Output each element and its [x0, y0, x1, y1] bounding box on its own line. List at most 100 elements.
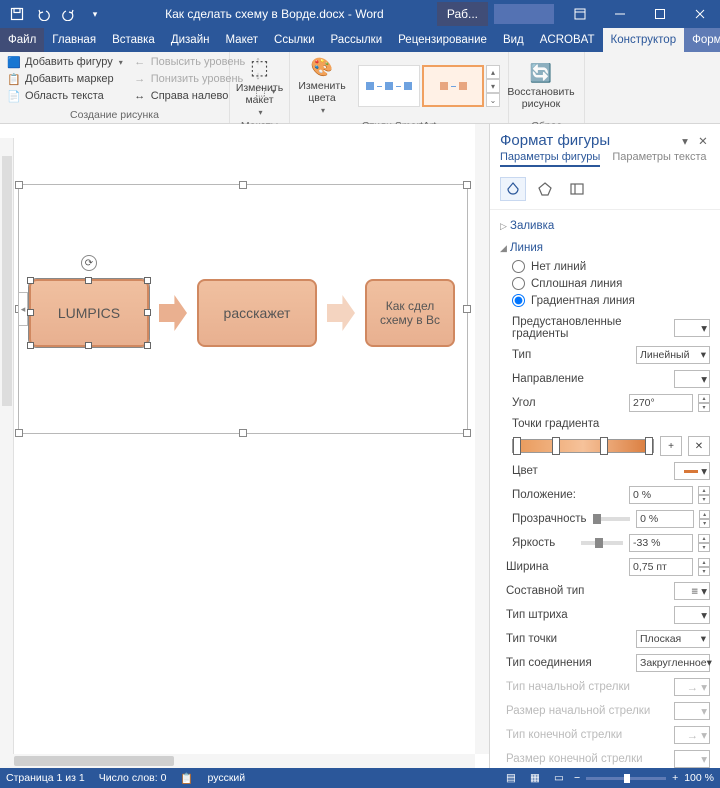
- tab-home[interactable]: Главная: [44, 28, 104, 52]
- zoom-level[interactable]: 100 %: [684, 772, 714, 784]
- change-layout-button[interactable]: ⬚Изменить макет: [234, 54, 285, 118]
- minimize-button[interactable]: [600, 0, 640, 28]
- resize-handle[interactable]: [463, 305, 471, 313]
- resize-handle[interactable]: [15, 429, 23, 437]
- pane-options-button[interactable]: ▾: [676, 134, 694, 148]
- document-canvas[interactable]: ◂ ⟳ LUMPICS расскажет Как сдел схему в В…: [0, 124, 490, 768]
- tab-acrobat[interactable]: ACROBAT: [532, 28, 603, 52]
- smartart-arrow-1[interactable]: [159, 295, 187, 331]
- line-section-header[interactable]: ◢Линия: [500, 236, 710, 258]
- save-button[interactable]: [6, 3, 28, 25]
- transparency-input[interactable]: 0 %: [636, 510, 694, 528]
- subtab-shape-options[interactable]: Параметры фигуры: [500, 151, 600, 167]
- horizontal-scrollbar[interactable]: [0, 754, 475, 768]
- zoom-out-button[interactable]: −: [574, 772, 580, 784]
- tab-review[interactable]: Рецензирование: [390, 28, 495, 52]
- resize-handle[interactable]: [239, 429, 247, 437]
- add-bullet-button[interactable]: 📋Добавить маркер: [4, 71, 126, 87]
- vertical-scrollbar[interactable]: [475, 124, 489, 754]
- context-tools-tab[interactable]: Раб...: [437, 2, 488, 26]
- smartart-shape-2[interactable]: расскажет: [197, 279, 317, 347]
- zoom-in-button[interactable]: +: [672, 772, 678, 784]
- radio-no-line[interactable]: ННет линийет линий: [512, 260, 710, 273]
- qat-customize[interactable]: ▾: [84, 3, 106, 25]
- tab-file[interactable]: Файл: [0, 28, 44, 52]
- transparency-slider[interactable]: [593, 517, 631, 521]
- remove-stop-button[interactable]: ✕: [688, 436, 710, 456]
- style-option-2[interactable]: [422, 65, 484, 107]
- join-label: Тип соединения: [506, 657, 630, 669]
- redo-button[interactable]: [58, 3, 80, 25]
- resize-handle[interactable]: [239, 181, 247, 189]
- compound-picker[interactable]: ≡ ▾: [674, 582, 710, 600]
- reset-graphic-button[interactable]: 🔄Восстановить рисунок: [513, 54, 569, 118]
- resize-handle[interactable]: [463, 429, 471, 437]
- pane-close-button[interactable]: ✕: [694, 134, 712, 148]
- preset-gradients-picker[interactable]: ▾: [674, 319, 710, 337]
- brightness-slider[interactable]: [581, 541, 623, 545]
- add-stop-button[interactable]: +: [660, 436, 682, 456]
- add-shape-button[interactable]: 🟦Добавить фигуру: [4, 54, 126, 70]
- color-picker[interactable]: ▾: [674, 462, 710, 480]
- status-page[interactable]: Страница 1 из 1: [6, 772, 85, 784]
- width-label: Ширина: [506, 561, 623, 573]
- status-word-count[interactable]: Число слов: 0: [99, 772, 167, 784]
- maximize-button[interactable]: [640, 0, 680, 28]
- tab-references[interactable]: Ссылки: [266, 28, 323, 52]
- direction-picker[interactable]: ▾: [674, 370, 710, 388]
- smartart-arrow-2[interactable]: [327, 295, 355, 331]
- width-input[interactable]: 0,75 пт: [629, 558, 693, 576]
- tab-design[interactable]: Дизайн: [163, 28, 218, 52]
- undo-button[interactable]: [32, 3, 54, 25]
- window-title: Как сделать схему в Ворде.docx - Word: [112, 7, 437, 21]
- status-language[interactable]: русский: [207, 772, 245, 784]
- tab-layout[interactable]: Макет: [217, 28, 266, 52]
- tab-insert[interactable]: Вставка: [104, 28, 163, 52]
- dash-picker[interactable]: ▾: [674, 606, 710, 624]
- close-button[interactable]: [680, 0, 720, 28]
- ribbon-options-button[interactable]: [560, 0, 600, 28]
- view-read-icon[interactable]: ▤: [502, 770, 520, 786]
- fill-line-icon[interactable]: [500, 177, 526, 201]
- tab-mailings[interactable]: Рассылки: [323, 28, 391, 52]
- type-select[interactable]: Линейный▾: [636, 346, 710, 364]
- gallery-more[interactable]: ⌄: [486, 93, 500, 107]
- tab-view[interactable]: Вид: [495, 28, 532, 52]
- gradient-stops-label: Точки градиента: [512, 418, 710, 430]
- subtab-text-options[interactable]: Параметры текста: [612, 151, 706, 167]
- rotate-handle[interactable]: ⟳: [81, 255, 97, 271]
- gallery-down[interactable]: ▾: [486, 79, 500, 93]
- proofing-icon[interactable]: 📋: [180, 772, 193, 785]
- end-arrow-size-picker: ▾: [674, 750, 710, 768]
- gradient-stops-track[interactable]: [512, 439, 654, 453]
- brightness-input[interactable]: -33 %: [629, 534, 693, 552]
- text-pane-button[interactable]: 📄Область текста: [4, 88, 126, 104]
- style-option-1[interactable]: [358, 65, 420, 107]
- change-colors-button[interactable]: 🎨Изменить цвета: [294, 54, 350, 118]
- effects-icon[interactable]: [532, 177, 558, 201]
- radio-gradient-line[interactable]: Градиентная линия: [512, 294, 710, 307]
- tab-constructor[interactable]: Конструктор: [603, 28, 685, 52]
- angle-down[interactable]: ▾: [698, 403, 710, 412]
- resize-handle[interactable]: [463, 181, 471, 189]
- fill-section-header[interactable]: ▷Заливка: [500, 214, 710, 236]
- zoom-slider[interactable]: [586, 777, 666, 780]
- view-web-icon[interactable]: ▭: [550, 770, 568, 786]
- tab-format[interactable]: Формат: [684, 28, 720, 52]
- smartart-styles-gallery[interactable]: ▴ ▾ ⌄: [354, 61, 504, 111]
- view-print-icon[interactable]: ▦: [526, 770, 544, 786]
- angle-input[interactable]: 270°: [629, 394, 693, 412]
- resize-handle[interactable]: [15, 181, 23, 189]
- smartart-frame[interactable]: ◂ ⟳ LUMPICS расскажет Как сдел схему в В…: [18, 184, 468, 434]
- color-label: Цвет: [512, 465, 668, 477]
- size-props-icon[interactable]: [564, 177, 590, 201]
- radio-solid-line[interactable]: Сплошная линия: [512, 277, 710, 290]
- cap-select[interactable]: Плоская▾: [636, 630, 710, 648]
- smartart-shape-1[interactable]: ⟳ LUMPICS: [29, 279, 149, 347]
- user-account[interactable]: [494, 4, 554, 24]
- smartart-shape-3[interactable]: Как сдел схему в Вс: [365, 279, 455, 347]
- gallery-up[interactable]: ▴: [486, 65, 500, 79]
- position-input[interactable]: 0 %: [629, 486, 693, 504]
- angle-up[interactable]: ▴: [698, 394, 710, 403]
- join-select[interactable]: Закругленное▾: [636, 654, 710, 672]
